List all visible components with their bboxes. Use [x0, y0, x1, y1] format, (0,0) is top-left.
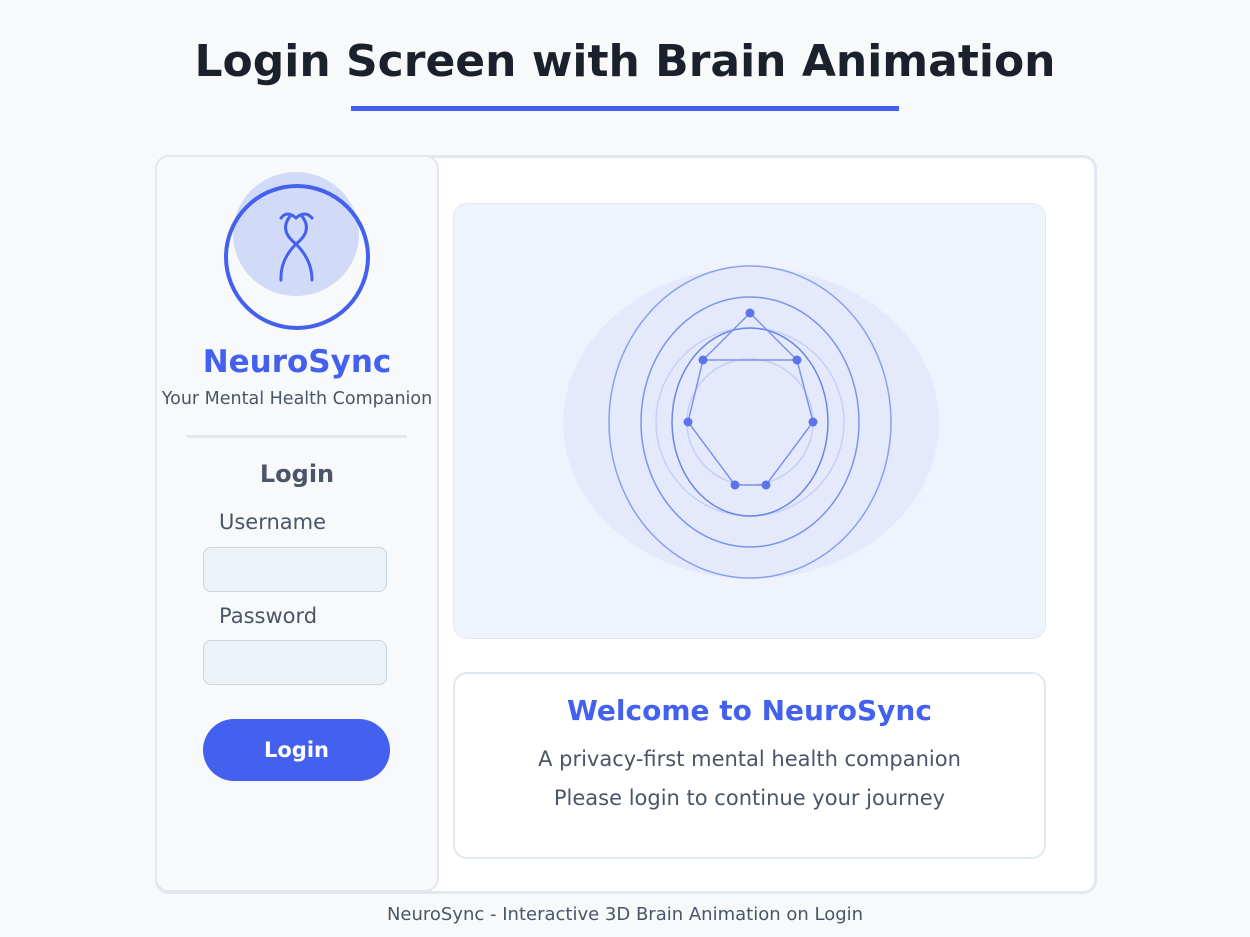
brain-animation-panel	[453, 203, 1046, 639]
title-underline	[351, 106, 899, 111]
brain-animation	[563, 265, 939, 579]
password-label: Password	[219, 604, 318, 628]
footer-caption: NeuroSync - Interactive 3D Brain Animati…	[386, 904, 864, 925]
welcome-card: Welcome to NeuroSync A privacy-first men…	[453, 672, 1046, 859]
neural-node	[745, 308, 755, 318]
brand-name: NeuroSync	[202, 344, 392, 380]
page-title: Login Screen with Brain Animation	[194, 36, 1056, 87]
neural-node	[683, 417, 693, 427]
neural-node	[761, 480, 771, 490]
sidebar-divider	[187, 435, 407, 438]
login-heading: Login	[259, 460, 335, 488]
brand-tagline: Your Mental Health Companion	[161, 389, 433, 409]
neural-node	[792, 355, 802, 365]
neural-node	[698, 355, 708, 365]
welcome-line-2: Please login to continue your journey	[553, 786, 946, 810]
password-input[interactable]	[203, 640, 387, 685]
welcome-title: Welcome to NeuroSync	[567, 694, 932, 727]
login-button[interactable]: Login	[203, 719, 390, 781]
welcome-line-1: A privacy-first mental health companion	[538, 747, 961, 771]
username-input[interactable]	[203, 547, 387, 592]
brand-logo	[222, 168, 372, 333]
username-label: Username	[219, 510, 327, 534]
neural-node	[730, 480, 740, 490]
neural-node	[808, 417, 818, 427]
